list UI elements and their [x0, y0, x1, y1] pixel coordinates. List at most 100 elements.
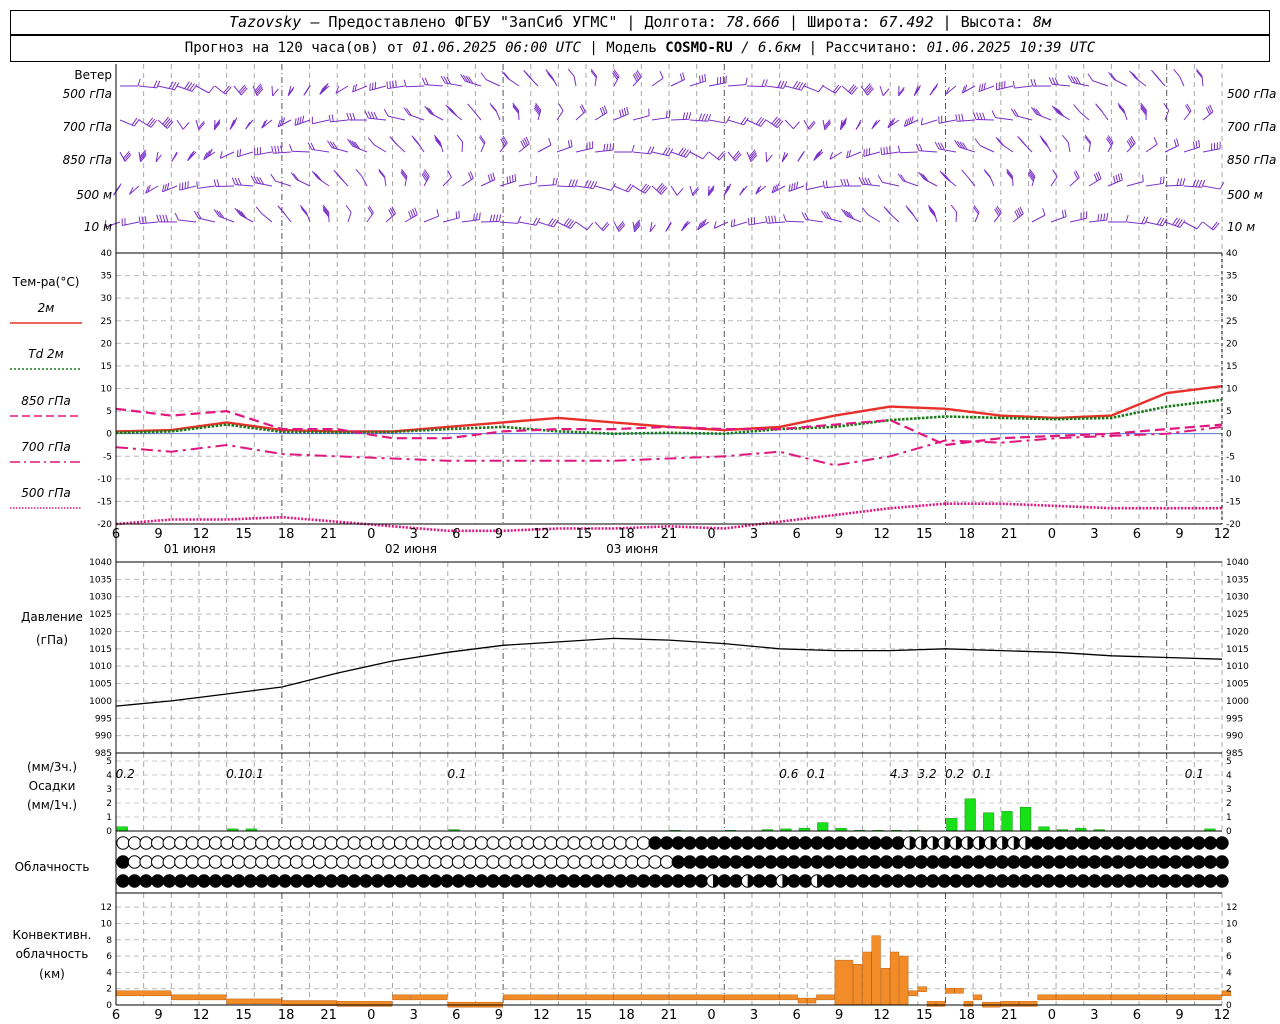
precip-3h-label: 0.6 [779, 767, 798, 781]
wind-barb-feather [1042, 207, 1046, 216]
pressure-tick-right: 1040 [1226, 558, 1249, 568]
cloud-circle [683, 855, 697, 869]
hour-tick-label: 9 [154, 527, 162, 542]
conv-bar [871, 935, 881, 1006]
cloud-circle [532, 874, 547, 888]
cloud-symbol [417, 855, 431, 869]
cloud-symbol [382, 855, 396, 869]
cloud-symbol [151, 855, 165, 869]
hour-tick-label-bottom: 18 [958, 1008, 975, 1023]
wind-barb-feather [490, 104, 498, 113]
wind-barb-staff [967, 176, 976, 187]
wind-barb-feather [632, 74, 638, 82]
cloud-circle [509, 836, 524, 850]
hour-tick-label: 12 [533, 527, 550, 542]
wind-barb-feather [328, 114, 331, 122]
cloud-circle [694, 836, 709, 850]
wind-barb-feather [775, 119, 782, 127]
cloud-circle [845, 855, 859, 869]
wind-barb-staff [1031, 214, 1046, 223]
wind-barb-feather [783, 81, 788, 89]
precip-tick-right: 1 [1226, 813, 1232, 823]
conv-bar [834, 959, 854, 1006]
hour-tick-label: 15 [576, 527, 593, 542]
wind-level-label-right: 10 м [1227, 220, 1255, 234]
hour-tick-label-bottom: 15 [235, 1008, 252, 1023]
cloud-symbol [116, 874, 130, 888]
cloud-symbol [1007, 836, 1021, 850]
cloud-symbol [983, 874, 998, 888]
conv-bar [171, 994, 227, 1001]
cloud-circle [567, 874, 581, 888]
wind-barb-feather [467, 103, 475, 112]
wind-barb-feather [978, 84, 981, 92]
cloud-symbol [810, 874, 824, 888]
hour-tick-label: 12 [193, 527, 210, 542]
wind-barb-feather [739, 187, 745, 196]
wind-barb-feather [1033, 79, 1037, 87]
conv-bar [1037, 994, 1056, 1001]
cloud-circle [636, 855, 651, 869]
wind-barb-feather [294, 118, 297, 126]
wind-barb-feather [1173, 69, 1181, 77]
wind-barb-feather [774, 215, 777, 223]
conv-bar [853, 963, 863, 1006]
cloud-circle [648, 836, 662, 850]
temp-tick-left: -10 [97, 475, 112, 485]
cloud-symbol [486, 836, 500, 850]
wind-barb-feather [478, 212, 481, 220]
wind-barb-feather [1100, 213, 1103, 221]
cloud-circle [266, 836, 281, 850]
cloud-circle [127, 855, 142, 869]
wind-barb-feather [567, 68, 575, 77]
cloud-symbol [937, 855, 952, 869]
cloud-symbol [752, 855, 766, 869]
hour-tick-label-bottom: 0 [1048, 1008, 1056, 1023]
cloud-circle [370, 874, 385, 888]
cloud-symbol [752, 836, 766, 850]
cloud-symbol [660, 855, 674, 869]
cloud-symbol [498, 855, 512, 869]
hour-tick-label: 9 [495, 527, 503, 542]
precip-3h-label: 0.1 [447, 767, 466, 781]
temp-legend-label: 2м [38, 301, 55, 315]
conv-title-2: облачность [16, 947, 89, 961]
cloud-circle [324, 874, 338, 888]
cloud-circle [717, 874, 732, 888]
cloud-symbol [1203, 836, 1218, 850]
wind-level-label-left: 500 гПа [63, 87, 112, 101]
wind-barb-feather [346, 112, 350, 121]
cloud-circle [1180, 874, 1194, 888]
cloud-symbol [1145, 836, 1160, 850]
conv-tick-left: 6 [106, 952, 112, 962]
cloud-circle [382, 836, 396, 850]
wind-barb-feather [698, 113, 703, 121]
wind-barb-feather [635, 71, 641, 79]
cloud-symbol [266, 874, 281, 888]
hour-tick-label-bottom: 3 [750, 1008, 758, 1023]
cloud-circle [891, 874, 905, 888]
cloud-symbol [648, 836, 662, 850]
cloud-circle [278, 855, 292, 869]
conv-tick-left: 2 [106, 985, 112, 995]
wind-barb-feather [300, 206, 308, 215]
wind-level-label-right: 700 гПа [1227, 120, 1276, 134]
cloud-circle [579, 855, 593, 869]
cloud-symbol [613, 874, 628, 888]
cloud-symbol [243, 836, 257, 850]
cloud-symbol [208, 855, 223, 869]
conv-bar [807, 997, 817, 1004]
wind-barb-staff [1014, 85, 1033, 89]
wind-barb-feather [395, 80, 397, 88]
hour-tick-label: 21 [661, 527, 678, 542]
wind-barb-feather [166, 121, 174, 129]
cloud-circle [671, 874, 685, 888]
cloud-circle [289, 874, 304, 888]
wind-barb-feather [349, 112, 353, 121]
cloud-symbol [417, 874, 431, 888]
wind-barb-feather [698, 75, 701, 83]
cloud-symbol [185, 855, 200, 869]
wind-barb-feather [834, 85, 842, 94]
cloud-circle [1203, 836, 1218, 850]
wind-barb-feather [1087, 73, 1094, 82]
